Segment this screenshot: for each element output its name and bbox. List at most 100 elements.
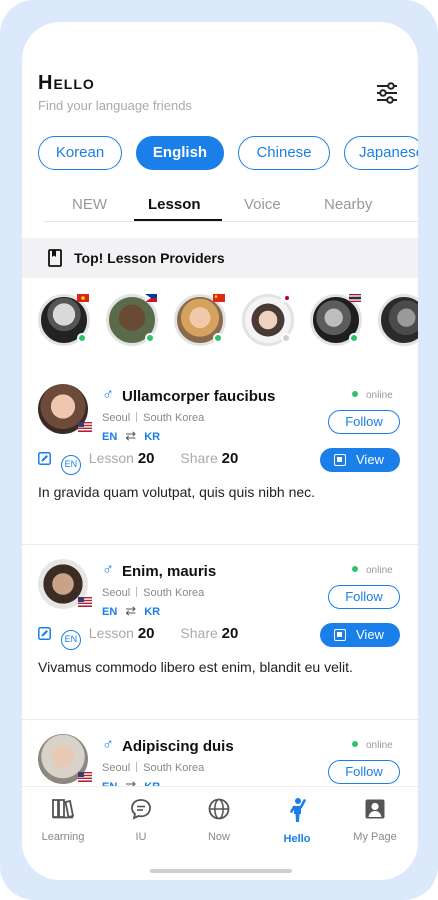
country-label: South Korea bbox=[143, 762, 205, 774]
nav-learning[interactable]: Learning bbox=[24, 797, 102, 843]
friend-location: Seoul South Korea bbox=[102, 587, 204, 599]
native-language: EN bbox=[102, 606, 118, 618]
avatar[interactable] bbox=[38, 559, 92, 609]
share-count: 20 bbox=[221, 625, 239, 642]
exchange-arrows-icon: ⇄ bbox=[125, 428, 137, 443]
friend-card[interactable]: ♂ Ullamcorper faucibus Seoul South Korea … bbox=[22, 370, 418, 545]
tab-voice[interactable]: Voice bbox=[244, 196, 281, 213]
city-label: Seoul bbox=[102, 762, 131, 774]
lesson-providers-header: Top! Lesson Providers bbox=[22, 238, 418, 278]
lesson-providers-title: Top! Lesson Providers bbox=[74, 250, 225, 266]
avatar[interactable] bbox=[38, 734, 92, 784]
friend-description: In gravida quam volutpat, quis quis nibh… bbox=[38, 484, 316, 500]
provider-avatar[interactable] bbox=[242, 294, 294, 346]
edit-icon bbox=[38, 627, 51, 640]
tab-nearby[interactable]: Nearby bbox=[324, 196, 372, 213]
tab-bar: NEW Lesson Voice Nearby bbox=[44, 192, 418, 222]
friend-name: Enim, mauris bbox=[122, 563, 217, 580]
share-count: 20 bbox=[221, 450, 239, 467]
nav-my-page[interactable]: My Page bbox=[336, 797, 414, 843]
lesson-stats: EN Lesson 20 Share 20 bbox=[38, 625, 239, 650]
usa-flag-icon bbox=[78, 422, 92, 432]
provider-avatar[interactable] bbox=[378, 294, 418, 346]
edit-icon bbox=[38, 452, 51, 465]
phone-screen: Hello Find your language friends Korean E… bbox=[22, 22, 418, 880]
nav-hello-label: Hello bbox=[283, 833, 311, 845]
friend-card[interactable]: ♂ Enim, mauris Seoul South Korea EN ⇄ KR on… bbox=[22, 545, 418, 720]
chip-korean[interactable]: Korean bbox=[38, 136, 122, 170]
provider-avatar[interactable] bbox=[106, 294, 158, 346]
chip-japanese[interactable]: Japanese bbox=[344, 136, 418, 170]
online-indicator bbox=[213, 333, 223, 343]
bookmark-icon bbox=[48, 249, 62, 267]
app-header: Hello Find your language friends bbox=[22, 22, 418, 122]
tab-lesson[interactable]: Lesson bbox=[148, 196, 201, 213]
follow-button[interactable]: Follow bbox=[328, 760, 400, 784]
tab-new[interactable]: NEW bbox=[72, 196, 107, 213]
follow-button[interactable]: Follow bbox=[328, 585, 400, 609]
native-language: EN bbox=[102, 431, 118, 443]
nav-now[interactable]: Now bbox=[180, 797, 258, 843]
provider-avatar[interactable] bbox=[38, 294, 90, 346]
provider-avatar[interactable] bbox=[174, 294, 226, 346]
friend-name: Ullamcorper faucibus bbox=[122, 388, 276, 405]
exchange-arrows-icon: ⇄ bbox=[125, 603, 137, 618]
online-indicator bbox=[77, 333, 87, 343]
nav-my-page-label: My Page bbox=[353, 831, 397, 843]
device-frame: Hello Find your language friends Korean E… bbox=[0, 0, 438, 900]
japan-flag-icon bbox=[281, 294, 293, 302]
language-chip-row: Korean English Chinese Japanese bbox=[38, 136, 418, 170]
city-label: Seoul bbox=[102, 412, 131, 424]
books-icon bbox=[52, 799, 75, 819]
nav-iu[interactable]: IU bbox=[102, 797, 180, 843]
provider-avatar[interactable] bbox=[310, 294, 362, 346]
language-exchange: EN ⇄ KR bbox=[102, 603, 160, 619]
vietnam-flag-icon bbox=[77, 294, 89, 302]
philippines-flag-icon bbox=[145, 294, 157, 302]
page-subtitle: Find your language friends bbox=[38, 98, 192, 113]
male-icon: ♂ bbox=[102, 561, 114, 578]
home-indicator[interactable] bbox=[150, 869, 292, 873]
nav-hello[interactable]: Hello bbox=[258, 797, 336, 845]
filter-button[interactable] bbox=[374, 80, 400, 106]
male-icon: ♂ bbox=[102, 736, 114, 753]
chip-english[interactable]: English bbox=[136, 136, 224, 170]
learning-language: KR bbox=[144, 431, 161, 443]
friend-description: Vivamus commodo libero est enim, blandit… bbox=[38, 659, 353, 675]
globe-icon bbox=[208, 798, 230, 820]
chat-bubble-icon bbox=[131, 799, 151, 820]
lesson-stats: EN Lesson 20 Share 20 bbox=[38, 450, 239, 475]
view-button[interactable]: View bbox=[320, 623, 400, 647]
follow-button[interactable]: Follow bbox=[328, 410, 400, 434]
provider-avatar-row bbox=[38, 294, 418, 350]
page-title: Hello bbox=[38, 72, 95, 94]
friend-location: Seoul South Korea bbox=[102, 762, 204, 774]
lesson-count: 20 bbox=[137, 625, 155, 642]
online-indicator bbox=[145, 333, 155, 343]
nav-learning-label: Learning bbox=[41, 831, 85, 843]
avatar[interactable] bbox=[38, 384, 92, 434]
friend-location: Seoul South Korea bbox=[102, 412, 204, 424]
male-icon: ♂ bbox=[102, 386, 114, 403]
usa-flag-icon bbox=[78, 597, 92, 607]
share-label: Share bbox=[180, 625, 218, 641]
lesson-count: 20 bbox=[137, 450, 155, 467]
language-badge: EN bbox=[60, 630, 81, 650]
language-exchange: EN ⇄ KR bbox=[102, 428, 160, 444]
friend-name: Adipiscing duis bbox=[122, 738, 234, 755]
online-status: online bbox=[352, 740, 393, 751]
chip-chinese[interactable]: Chinese bbox=[238, 136, 330, 170]
view-icon bbox=[334, 629, 346, 641]
nav-now-label: Now bbox=[207, 831, 230, 843]
country-label: South Korea bbox=[143, 587, 205, 599]
person-waving-icon bbox=[290, 798, 306, 822]
online-status: online bbox=[352, 565, 393, 576]
view-button[interactable]: View bbox=[320, 448, 400, 472]
country-label: South Korea bbox=[143, 412, 205, 424]
share-label: Share bbox=[180, 450, 218, 466]
lesson-label: Lesson bbox=[88, 625, 134, 641]
sliders-icon bbox=[377, 82, 397, 104]
bottom-navigation: Learning IU Now Hello My Page bbox=[22, 786, 418, 880]
lesson-label: Lesson bbox=[88, 450, 134, 466]
profile-card-icon bbox=[365, 799, 385, 819]
